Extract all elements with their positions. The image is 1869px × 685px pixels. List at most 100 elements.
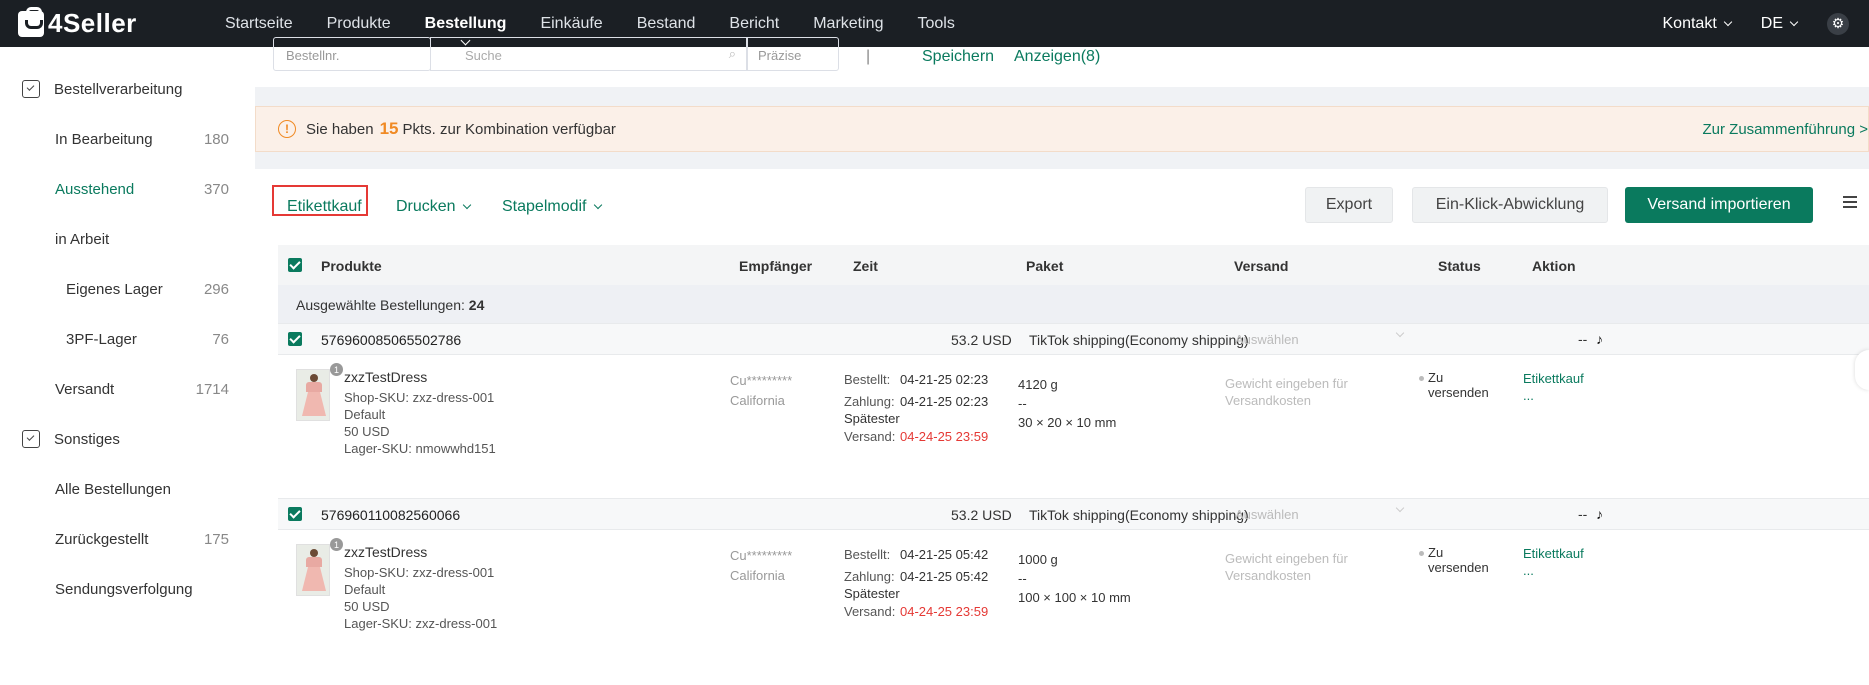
sidebar-item-sendungsverfolgung[interactable]: Sendungsverfolgung — [0, 564, 255, 614]
shop-sku: Shop-SKU: zxz-dress-001 — [344, 390, 495, 405]
product-image[interactable] — [296, 544, 330, 596]
ordered-label: Bestellt: — [844, 372, 891, 387]
main-content: Bestellnr. Suche ⌕ Präzise | Speichern A… — [255, 37, 1869, 685]
filter-divider: | — [866, 48, 871, 65]
shop-sku: Shop-SKU: zxz-dress-001 — [344, 565, 495, 580]
latest-label-line1: Spätester — [844, 411, 900, 426]
shipping-cost-hint: Gewicht eingeben für Versandkosten — [1225, 376, 1348, 408]
latest-label-line2: Versand: — [844, 428, 896, 444]
clipboard-check-icon — [22, 80, 40, 98]
floating-side-handle[interactable] — [1855, 350, 1869, 390]
sidebar: Bestellverarbeitung In Bearbeitung 180 Au… — [0, 47, 255, 685]
order-times: Bestellt: 04-21-25 05:42 Zahlung: 04-21-25… — [844, 546, 988, 620]
settings-gear-icon[interactable]: ⚙ — [1827, 12, 1849, 35]
precision-value: Präzise — [758, 48, 802, 63]
sidebar-item-label: Alle Bestellungen — [55, 480, 171, 498]
sidebar-item-3pf-lager[interactable]: 3PF-Lager 76 — [0, 314, 255, 364]
sidebar-item-count: 175 — [203, 530, 229, 548]
logo-icon — [18, 6, 44, 37]
show-filter-link[interactable]: Anzeigen(8) — [1014, 48, 1100, 66]
status-line2: versenden — [1428, 385, 1489, 400]
language-label: DE — [1760, 14, 1783, 32]
product-image[interactable] — [296, 369, 330, 421]
status-line1: Zu — [1428, 370, 1444, 385]
search-input[interactable]: Suche ⌕ — [430, 37, 747, 71]
more-actions[interactable]: ... — [1523, 387, 1584, 404]
product-info: zxzTestDress Shop-SKU: zxz-dress-001 Def… — [344, 544, 497, 632]
recipient-info: Cu********* California — [730, 546, 792, 586]
save-filter-link[interactable]: Speichern — [922, 48, 994, 66]
chevron-down-icon — [1395, 503, 1405, 513]
label-buy-action[interactable]: Etikettkauf — [1523, 370, 1584, 387]
package-dash: -- — [1018, 571, 1027, 586]
nav-bestellung-label: Bestellung — [424, 14, 507, 32]
nav-tools[interactable]: Tools — [900, 0, 971, 47]
clipboard-check-icon — [22, 430, 40, 448]
more-actions[interactable]: ... — [1523, 562, 1584, 579]
selected-count: 24 — [468, 297, 485, 313]
sidebar-item-versandt[interactable]: Versandt 1714 — [0, 364, 255, 414]
sidebar-item-alle-bestellungen[interactable]: Alle Bestellungen — [0, 464, 255, 514]
paid-time: 04-21-25 02:23 — [900, 393, 989, 409]
sidebar-group-order-processing[interactable]: Bestellverarbeitung — [0, 64, 255, 114]
header-action: Aktion — [1532, 258, 1576, 274]
sidebar-item-label: Ausstehend — [55, 180, 135, 198]
order-shipping-method: TikTok shipping(Economy shipping) — [1029, 332, 1249, 348]
export-button[interactable]: Export — [1305, 187, 1393, 223]
shipping-cost-hint: Gewicht eingeben für Versandkosten — [1225, 551, 1348, 583]
logo-text: 4Seller — [48, 8, 137, 38]
search-placeholder: Suche — [465, 48, 502, 63]
contact-label: Kontakt — [1662, 14, 1717, 32]
batch-modify-dropdown[interactable]: Stapelmodif — [502, 198, 602, 216]
notice-suffix: Pkts. zur Kombination verfügbar — [402, 120, 616, 138]
quantity-badge: 1 — [330, 363, 343, 376]
sidebar-group-others[interactable]: Sonstiges — [0, 414, 255, 464]
language-menu[interactable]: DE — [1760, 14, 1799, 33]
sidebar-item-count: 76 — [212, 330, 229, 348]
sidebar-item-label: in Arbeit — [55, 230, 110, 248]
package-info: 1000 g -- 100 × 100 × 10 mm — [1018, 550, 1131, 607]
order-id[interactable]: 576960110082560066 — [321, 507, 460, 523]
tiktok-icon: ♪ — [1596, 331, 1603, 347]
sidebar-item-zurueckgestellt[interactable]: Zurückgestellt 175 — [0, 514, 255, 564]
order-body-row: 1 zxzTestDress Shop-SKU: zxz-dress-001 D… — [278, 530, 1869, 645]
product-info: zxzTestDress Shop-SKU: zxz-dress-001 Def… — [344, 369, 496, 457]
order-checkbox[interactable] — [288, 507, 302, 521]
label-buy-button[interactable]: Etikettkauf — [287, 198, 362, 216]
sidebar-item-label: 3PF-Lager — [66, 330, 137, 348]
order-field-select[interactable]: Bestellnr. — [273, 37, 431, 71]
app-logo[interactable]: 4Seller — [18, 6, 208, 39]
carrier-select[interactable]: Auswählen — [1235, 503, 1407, 522]
paid-time: 04-21-25 05:42 — [900, 568, 989, 584]
notice-number: 15 — [379, 119, 399, 138]
one-click-button[interactable]: Ein-Klick-Abwicklung — [1412, 187, 1608, 223]
status-dot — [1419, 551, 1424, 556]
order-checkbox[interactable] — [288, 332, 302, 346]
print-dropdown[interactable]: Drucken — [396, 198, 471, 216]
batch-label: Stapelmodif — [502, 198, 587, 215]
header-status: Status — [1438, 258, 1481, 274]
order-header-row: 576960085065502786 53.2 USD TikTok shipp… — [278, 323, 1869, 355]
column-settings-icon[interactable] — [1843, 196, 1857, 210]
merge-link[interactable]: Zur Zusammenführung > — [1703, 121, 1869, 138]
order-amount: 53.2 USD — [951, 332, 1012, 348]
label-buy-action[interactable]: Etikettkauf — [1523, 545, 1584, 562]
sidebar-item-eigenes-lager[interactable]: Eigenes Lager 296 — [0, 264, 255, 314]
carrier-select[interactable]: Auswählen — [1235, 328, 1407, 347]
search-icon: ⌕ — [728, 46, 736, 61]
precision-select[interactable]: Präzise — [747, 37, 839, 71]
sidebar-group-label: Sonstiges — [54, 430, 120, 448]
select-all-checkbox[interactable] — [288, 258, 302, 272]
combination-notice: ! Sie haben 15 Pkts. zur Kombination ver… — [255, 106, 1869, 152]
tiktok-icon: ♪ — [1596, 506, 1603, 522]
print-label: Drucken — [396, 198, 456, 215]
sidebar-item-label: In Bearbeitung — [55, 130, 153, 148]
orders-toolbar: Etikettkauf Drucken Stapelmodif Export E… — [255, 169, 1869, 245]
contact-menu[interactable]: Kontakt — [1662, 14, 1733, 33]
order-id[interactable]: 576960085065502786 — [321, 332, 461, 348]
table-header: Produkte Empfänger Zeit Paket Versand St… — [278, 245, 1869, 285]
sidebar-item-in-bearbeitung[interactable]: In Bearbeitung 180 — [0, 114, 255, 164]
import-shipping-button[interactable]: Versand importieren — [1625, 187, 1813, 223]
paid-label: Zahlung: — [844, 568, 895, 584]
stock-sku: Lager-SKU: zxz-dress-001 — [344, 616, 498, 631]
